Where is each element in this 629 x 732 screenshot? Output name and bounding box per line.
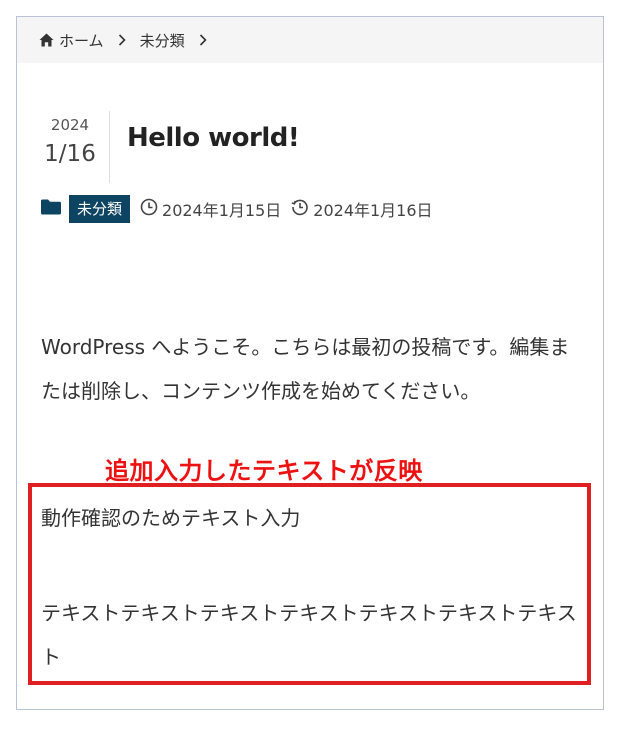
- added-paragraph-1: 動作確認のためテキスト入力: [41, 506, 301, 530]
- breadcrumb-home-label: ホーム: [59, 31, 104, 50]
- post-date-year: 2024: [50, 116, 90, 134]
- post-frame: ホーム 未分類 2024 1/16 Hello world! 未分類 2024年…: [16, 16, 604, 710]
- post-date-box: 2024 1/16: [31, 111, 110, 183]
- updated-date: 2024年1月16日: [291, 197, 433, 221]
- updated-date-text: 2024年1月16日: [313, 201, 433, 220]
- category-badge[interactable]: 未分類: [69, 195, 131, 223]
- breadcrumb: ホーム 未分類: [17, 17, 603, 63]
- added-paragraph-2: テキストテキストテキストテキストテキストテキストテキスト: [41, 601, 577, 669]
- published-date: 2024年1月15日: [140, 197, 281, 221]
- chevron-right-icon: [199, 34, 207, 46]
- page-title: Hello world!: [127, 123, 300, 153]
- clock-icon: [140, 198, 162, 220]
- breadcrumb-home-link[interactable]: ホーム: [39, 30, 104, 51]
- published-date-text: 2024年1月15日: [162, 201, 282, 220]
- post-date-month-day: 1/16: [44, 141, 96, 167]
- history-icon: [291, 198, 313, 220]
- post-meta: 未分類 2024年1月15日 2024年1月16日: [41, 193, 433, 225]
- folder-icon: [41, 199, 61, 219]
- post-intro-paragraph: WordPress へようこそ。こちらは最初の投稿です。編集または削除し、コンテ…: [41, 335, 570, 403]
- breadcrumb-category-link[interactable]: 未分類: [140, 30, 185, 51]
- annotation-label: 追加入力したテキストが反映: [105, 457, 423, 485]
- chevron-right-icon: [118, 34, 126, 46]
- home-icon: [39, 33, 54, 47]
